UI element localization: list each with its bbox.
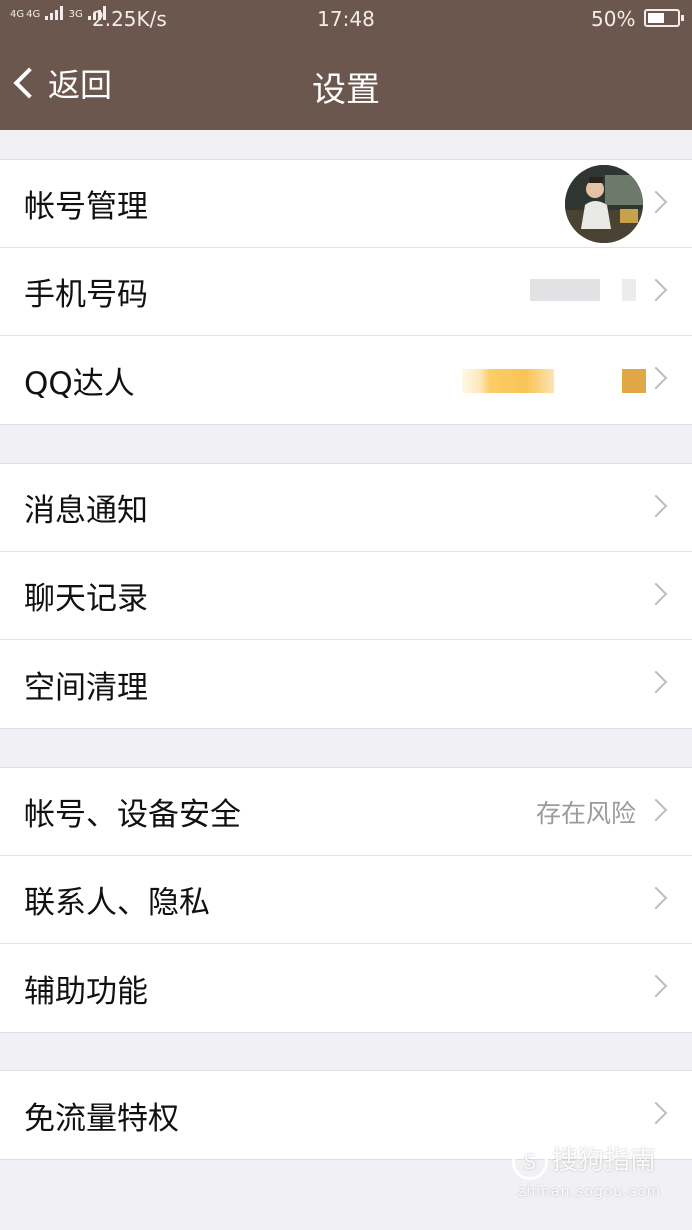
settings-item-chat-history[interactable]: 聊天记录	[0, 552, 692, 640]
redacted-value	[530, 279, 600, 301]
settings-group-messages: 消息通知 聊天记录 空间清理	[0, 463, 692, 729]
settings-item-account-management[interactable]: 帐号管理	[0, 160, 692, 248]
chevron-right-icon	[644, 974, 668, 998]
chevron-right-icon	[644, 582, 668, 606]
settings-item-label: 辅助功能	[24, 973, 148, 1010]
settings-item-qq-expert[interactable]: QQ达人	[0, 336, 692, 424]
chevron-right-icon	[644, 366, 668, 390]
battery-icon	[644, 9, 684, 27]
settings-item-account-device-security[interactable]: 帐号、设备安全 存在风险	[0, 768, 692, 856]
settings-item-label: QQ达人	[24, 365, 135, 402]
settings-item-label: 空间清理	[24, 669, 148, 706]
settings-item-label: 手机号码	[24, 277, 148, 313]
risk-status: 存在风险	[535, 798, 636, 828]
settings-item-notifications[interactable]: 消息通知	[0, 464, 692, 552]
redacted-badge	[462, 369, 554, 393]
settings-item-label: 聊天记录	[24, 581, 148, 617]
settings-item-label: 帐号管理	[24, 189, 148, 225]
header: 4G 4G 3G 2.25K/s 17:48 50% 返回 设置	[0, 0, 692, 130]
settings-item-label: 消息通知	[24, 493, 148, 529]
chevron-right-icon	[644, 798, 668, 822]
settings-group-security: 帐号、设备安全 存在风险 联系人、隐私 辅助功能	[0, 767, 692, 1033]
settings-item-contacts-privacy[interactable]: 联系人、隐私	[0, 856, 692, 944]
status-bar: 4G 4G 3G 2.25K/s 17:48 50%	[0, 0, 692, 38]
battery-percent: 50%	[591, 7, 636, 31]
chevron-right-icon	[644, 670, 668, 694]
settings-item-phone-number[interactable]: 手机号码	[0, 248, 692, 336]
redacted-badge-2	[622, 369, 646, 393]
settings-item-accessibility[interactable]: 辅助功能	[0, 944, 692, 1032]
watermark: S 搜狗指南 zhinan.sogou.com	[512, 1140, 660, 1200]
chevron-right-icon	[644, 1101, 668, 1125]
settings-item-label: 帐号、设备安全	[24, 797, 241, 833]
chevron-right-icon	[644, 278, 668, 302]
chevron-right-icon	[644, 886, 668, 910]
chevron-right-icon	[644, 190, 668, 214]
watermark-text: 搜狗指南	[552, 1146, 657, 1176]
settings-item-label: 联系人、隐私	[24, 885, 210, 921]
watermark-url: zhinan.sogou.com	[518, 1184, 662, 1200]
redacted-value-2	[622, 279, 636, 301]
avatar	[565, 165, 643, 243]
clock: 17:48	[317, 7, 375, 31]
settings-group-account: 帐号管理 手机号码 QQ达人	[0, 159, 692, 425]
settings-item-storage-cleanup[interactable]: 空间清理	[0, 640, 692, 728]
chevron-right-icon	[644, 494, 668, 518]
settings-item-label: 免流量特权	[24, 1100, 179, 1137]
sogou-logo-icon: S	[512, 1143, 548, 1180]
page-title: 设置	[312, 70, 380, 110]
